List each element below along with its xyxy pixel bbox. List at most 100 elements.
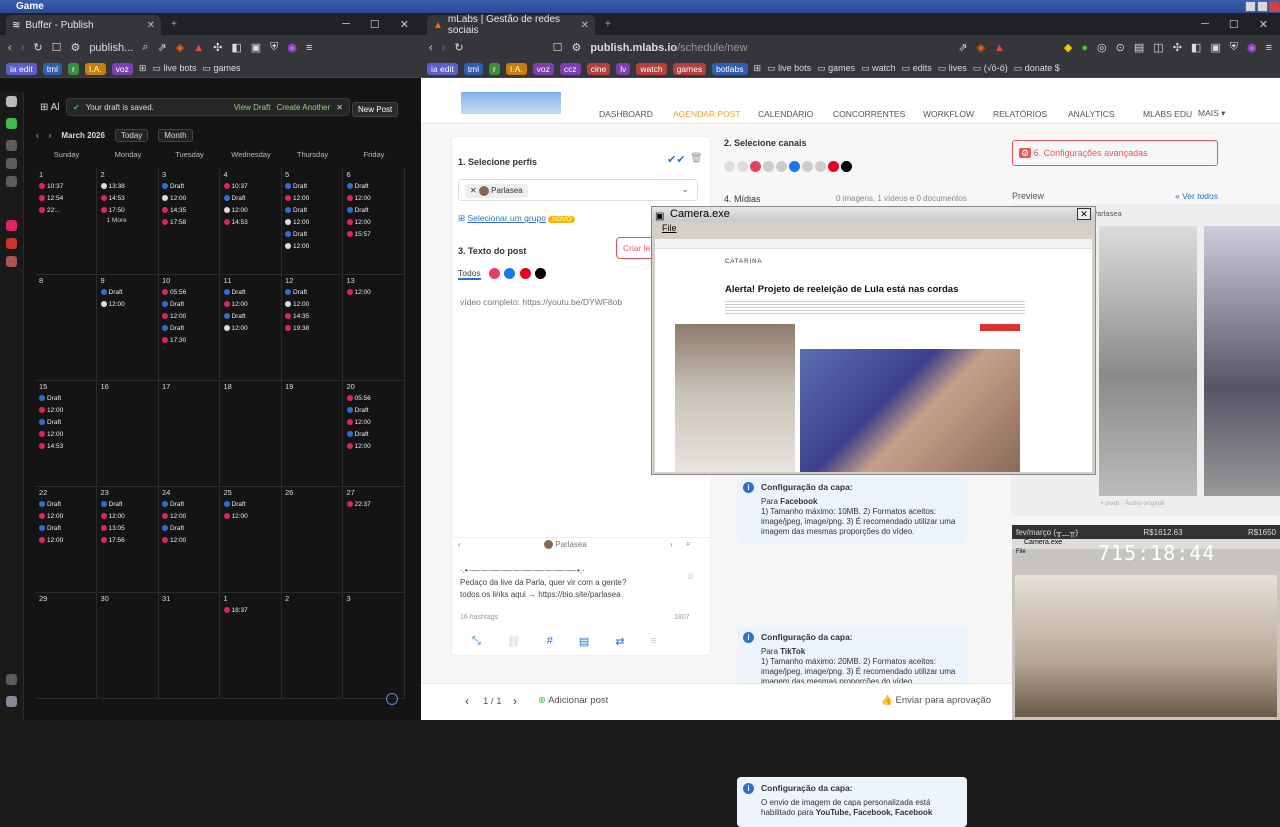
scheduled-post[interactable]: 17:30 bbox=[162, 335, 216, 345]
queue-icon[interactable] bbox=[6, 158, 17, 169]
zoom-icon[interactable]: ⌕ bbox=[142, 41, 148, 54]
share-icon[interactable]: ⇗ bbox=[158, 41, 167, 54]
reload-icon[interactable]: ↻ bbox=[33, 41, 42, 54]
calendar-day-cell[interactable]: 29 bbox=[36, 592, 97, 699]
close-icon[interactable] bbox=[1269, 1, 1280, 12]
close-tab-icon[interactable]: ✕ bbox=[581, 20, 589, 31]
calendar-day-cell[interactable]: 9 Draft 12:00 bbox=[97, 274, 159, 381]
post-text-area[interactable]: vídeo completo: https://youtu.be/DYWF8ob bbox=[460, 297, 622, 307]
calendar-day-cell[interactable]: 24 Draft 12:00 Draft 12:00 bbox=[159, 486, 220, 593]
scheduled-post[interactable]: Draft bbox=[162, 323, 216, 333]
new-tab-icon[interactable]: + bbox=[605, 19, 611, 30]
scheduled-post[interactable]: 12:00 bbox=[223, 323, 278, 333]
scheduled-post[interactable]: Draft bbox=[100, 499, 155, 509]
vpn-icon[interactable]: ⛨ bbox=[1230, 41, 1238, 54]
scheduled-post[interactable]: Draft bbox=[162, 523, 216, 533]
calendar-day-cell[interactable]: 11 Draft 12:00 Draft 12:00 bbox=[220, 274, 282, 381]
scheduled-post[interactable]: Draft bbox=[39, 417, 93, 427]
tiktok-icon[interactable] bbox=[535, 268, 547, 280]
forward-icon[interactable]: › bbox=[442, 42, 446, 54]
emoji-icon[interactable]: ☺ bbox=[686, 571, 695, 581]
scheduled-post[interactable]: 12:00 bbox=[39, 535, 93, 545]
scheduled-post[interactable]: 22:37 bbox=[346, 499, 401, 509]
extensions-icon[interactable]: ✣ bbox=[213, 41, 222, 54]
close-icon[interactable]: ✕ bbox=[1259, 18, 1268, 31]
scheduled-post[interactable]: 12:00 bbox=[285, 299, 339, 309]
bookmark-chip[interactable]: r bbox=[489, 62, 500, 75]
channel-icon[interactable] bbox=[724, 161, 735, 173]
scheduled-post[interactable]: Draft bbox=[285, 229, 339, 239]
scheduled-post[interactable]: Draft bbox=[223, 287, 278, 297]
bookmark-folder[interactable]: ▭ live bots bbox=[767, 63, 811, 74]
scheduled-post[interactable]: Draft bbox=[223, 311, 278, 321]
view-draft-link[interactable]: View Draft bbox=[234, 103, 271, 112]
close-icon[interactable]: ✕ bbox=[1077, 208, 1091, 220]
calendar-day-cell[interactable]: 10 05:56 Draft 12:00 Draft 17:30 bbox=[159, 274, 220, 381]
scheduled-post[interactable]: 12:00 bbox=[39, 511, 93, 521]
instagram-icon[interactable] bbox=[489, 268, 501, 280]
share-icon[interactable]: ⇗ bbox=[958, 41, 967, 54]
nav-item[interactable]: WORKFLOW bbox=[923, 109, 974, 119]
calendar-day-cell[interactable]: 22 Draft 12:00 Draft 12:00 bbox=[36, 486, 97, 593]
calendar-day-cell[interactable]: 5 Draft 12:00 Draft 12:00 Draft 12:00 bbox=[282, 168, 343, 275]
advanced-settings-button[interactable]: ⚙ 6. Configurações avançadas bbox=[1012, 140, 1218, 166]
bookmark-chip[interactable]: I.A. bbox=[84, 62, 106, 75]
prev-month-icon[interactable]: ‹ bbox=[36, 131, 39, 140]
add-icon[interactable] bbox=[6, 118, 17, 129]
extension-icon[interactable]: ▤ bbox=[1134, 41, 1144, 54]
site-info-icon[interactable]: ⚙ bbox=[70, 41, 80, 54]
calendar-day-cell[interactable]: 4 10:37 Draft 12:00 14:53 bbox=[220, 168, 282, 275]
scheduled-post[interactable]: Draft bbox=[285, 181, 339, 191]
pinterest-icon[interactable] bbox=[828, 161, 839, 173]
wallet-icon[interactable]: ▣ bbox=[1210, 41, 1220, 54]
youtube-icon[interactable] bbox=[802, 161, 813, 173]
scheduled-post[interactable]: 10:37 bbox=[223, 181, 278, 191]
bookmark-chip[interactable]: tml bbox=[463, 62, 484, 75]
scheduled-post[interactable]: Draft bbox=[100, 287, 155, 297]
scheduled-post[interactable]: 12:00 bbox=[100, 299, 155, 309]
nav-item[interactable]: ANALYTICS bbox=[1068, 109, 1115, 119]
nav-item[interactable]: CALENDÁRIO bbox=[758, 109, 813, 119]
scheduled-post[interactable]: 12:00 bbox=[162, 311, 216, 321]
grid-icon[interactable]: ⊞ Al bbox=[40, 102, 60, 113]
scheduled-post[interactable]: 14:35 bbox=[162, 205, 216, 215]
bookmark-folder[interactable]: ▭ edits bbox=[902, 63, 932, 74]
prev-post-icon[interactable]: ‹ bbox=[465, 694, 469, 708]
calendar-day-cell[interactable]: 2 bbox=[282, 592, 343, 699]
extension-icon[interactable]: ◆ bbox=[1064, 41, 1072, 54]
apps-icon[interactable]: ⊞ bbox=[754, 63, 762, 74]
sidebar-icon[interactable]: ◧ bbox=[231, 41, 241, 54]
sidebar-icon[interactable]: ◧ bbox=[1191, 41, 1201, 54]
bookmark-chip[interactable]: ia edit bbox=[6, 62, 37, 75]
bookmark-chip[interactable]: ccz bbox=[559, 62, 581, 75]
scheduled-post[interactable]: 12:00 bbox=[285, 217, 339, 227]
facebook-icon[interactable] bbox=[789, 161, 800, 173]
scheduled-post[interactable]: 12:00 bbox=[285, 193, 339, 203]
scheduled-post[interactable]: 12:00 bbox=[346, 441, 401, 451]
ideas-icon[interactable] bbox=[6, 176, 17, 187]
scheduled-post[interactable]: Draft bbox=[39, 393, 93, 403]
site-info-icon[interactable]: ⚙ bbox=[571, 41, 581, 54]
scheduled-post[interactable]: 18:37 bbox=[223, 605, 278, 615]
calendar-day-cell[interactable]: 2 13:38 14:53 17:50 1 More bbox=[97, 168, 159, 275]
calendar-day-cell[interactable]: 16 bbox=[97, 380, 159, 487]
view-select[interactable]: Month bbox=[158, 128, 193, 142]
profile-select[interactable]: ✕ Parlasea ⌄ bbox=[458, 179, 698, 201]
scheduled-post[interactable]: Draft bbox=[162, 181, 216, 191]
calendar-day-cell[interactable]: 8 bbox=[36, 274, 97, 381]
scheduled-post[interactable]: 12:00 bbox=[162, 535, 216, 545]
scheduled-post[interactable]: 12:54 bbox=[39, 193, 93, 203]
send-approval-button[interactable]: 👍 Enviar para aprovação bbox=[881, 695, 991, 706]
minimize-icon[interactable] bbox=[1245, 1, 1256, 12]
back-icon[interactable]: ‹ bbox=[429, 42, 433, 54]
calendar-day-cell[interactable]: 27 22:37 bbox=[343, 486, 405, 593]
text-format-icon[interactable]: ≡ bbox=[651, 635, 657, 648]
see-all-link[interactable]: « Ver todos bbox=[1175, 191, 1218, 201]
profile-chip[interactable]: ✕ Parlasea bbox=[465, 184, 528, 198]
channel-icon[interactable] bbox=[737, 161, 748, 173]
scheduled-post[interactable]: 17:50 bbox=[100, 205, 155, 215]
maximize-icon[interactable]: ☐ bbox=[370, 18, 380, 31]
calendar-day-cell[interactable]: 26 bbox=[282, 486, 343, 593]
file-menu[interactable]: File bbox=[662, 223, 677, 233]
scheduled-post[interactable]: 13:05 bbox=[100, 523, 155, 533]
